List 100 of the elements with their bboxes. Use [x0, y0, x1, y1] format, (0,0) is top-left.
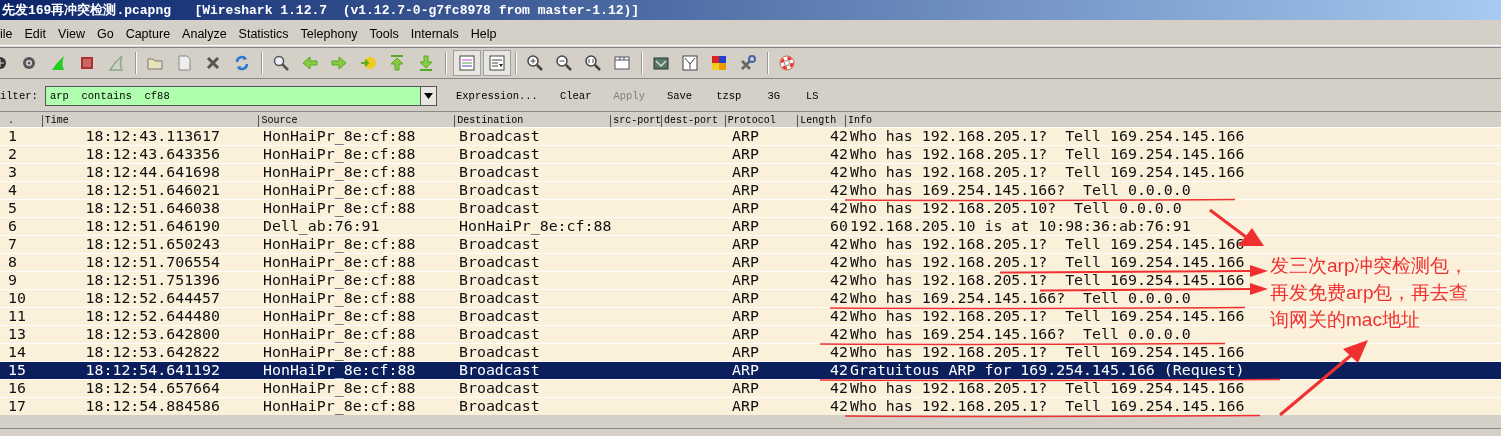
table-cell-text: 4: [7, 182, 18, 199]
toggle-button[interactable]: [453, 50, 481, 76]
close-icon[interactable]: [204, 54, 222, 72]
table-cell-text: HonHaiPr_8e:cf:88: [262, 200, 417, 217]
annotation-text: 发三次arp冲突检测包，: [1270, 254, 1469, 278]
table-cell-text: 18:12:43.643356: [84, 146, 221, 163]
table-cell-text: Broadcast: [458, 380, 541, 397]
menu-item[interactable]: View: [52, 27, 91, 41]
table-cell-text: HonHaiPr_8e:cf:88: [262, 272, 417, 289]
table-cell-text: ARP: [731, 236, 760, 253]
menu-item[interactable]: Go: [90, 27, 120, 41]
menu-item[interactable]: Edit: [18, 27, 53, 41]
table-cell: Who has 169.254.145.166? Tell 0.0.0.0: [850, 290, 1191, 307]
table-cell-text: ARP: [731, 272, 760, 289]
table-cell: Who has 192.168.205.1? Tell 169.254.145.166: [850, 308, 1245, 325]
packet-row[interactable]: 10 18:12:52.644457 HonHaiPr_8e:cf:88 Broadcast ARP 42 Who has 169.254.145.166? Tell 0.0.0.0: [0, 290, 1262, 307]
menu-item[interactable]: Help: [464, 27, 503, 41]
table-cell: Who has 192.168.205.10? Tell 0.0.0.0: [850, 200, 1182, 217]
table-cell-text: 18:12:52.644480: [84, 308, 221, 325]
display-filter-icon[interactable]: [681, 54, 699, 72]
table-cell-text: Broadcast: [458, 236, 541, 253]
table-cell-text: HonHaiPr_8e:cf:88: [262, 164, 417, 181]
filter-button[interactable]: Save: [655, 90, 704, 102]
table-cell-text: 42: [829, 236, 849, 253]
menu-item[interactable]: Capture: [119, 27, 177, 41]
capture-filter-icon[interactable]: [652, 54, 670, 72]
filter-button[interactable]: LS: [793, 90, 832, 102]
columns-icon[interactable]: [613, 54, 631, 72]
list-icon[interactable]: [488, 54, 506, 72]
menu-item[interactable]: Statistics: [232, 27, 295, 41]
table-cell-text: Broadcast: [458, 182, 541, 199]
tools-icon[interactable]: [739, 54, 757, 72]
table-cell-text: Broadcast: [458, 146, 541, 163]
zoom-in-icon[interactable]: [526, 54, 544, 72]
toggle-button[interactable]: [483, 50, 511, 76]
table-cell: 192.168.205.10 is at 10:98:36:ab:76:91: [850, 218, 1191, 235]
table-cell-text: ARP: [731, 398, 760, 415]
table-cell-text: Broadcast: [458, 128, 541, 145]
table-cell-text: 1: [7, 128, 18, 145]
table-cell-text: HonHaiPr_8e:cf:88: [262, 308, 417, 325]
filter-button[interactable]: 3G: [754, 90, 793, 102]
table-cell-text: Broadcast: [458, 344, 541, 361]
table-cell: Who has 169.254.145.166? Tell 0.0.0.0: [850, 326, 1191, 343]
table-cell: Who has 192.168.205.1? Tell 169.254.145.166: [850, 128, 1245, 145]
table-cell-text: ARP: [731, 164, 760, 181]
menu-item[interactable]: Analyze: [176, 27, 233, 41]
zoom-reset-icon[interactable]: [584, 54, 602, 72]
table-cell: Who has 192.168.205.1? Tell 169.254.145.166: [850, 344, 1245, 361]
stop-icon[interactable]: [78, 54, 96, 72]
dropdown-button[interactable]: [421, 86, 437, 106]
coloring-icon[interactable]: [710, 54, 728, 72]
table-cell-text: Broadcast: [458, 326, 541, 343]
list-icon[interactable]: [458, 54, 476, 72]
table-cell-text: HonHaiPr_8e:cf:88: [262, 344, 417, 361]
table-cell-text: 18:12:44.641698: [84, 164, 221, 181]
table-cell: Who has 192.168.205.1? Tell 169.254.145.166: [850, 272, 1245, 289]
menu-item[interactable]: ile: [0, 27, 19, 41]
table-cell-text: HonHaiPr_8e:cf:88: [262, 236, 417, 253]
table-cell-text: Broadcast: [458, 254, 541, 271]
table-cell-text: ARP: [731, 200, 760, 217]
filter-button[interactable]: Expression...: [445, 90, 549, 102]
table-cell-text: 8: [7, 254, 18, 271]
table-cell-text: HonHaiPr_8e:cf:88: [262, 182, 417, 199]
table-cell-text: 18:12:51.650243: [84, 236, 221, 253]
reload-icon[interactable]: [233, 54, 251, 72]
filter-button[interactable]: Clear: [548, 90, 603, 102]
menu-item[interactable]: Telephony: [294, 27, 364, 41]
table-cell-text: Broadcast: [458, 290, 541, 307]
table-cell-text: 42: [829, 380, 849, 397]
table-cell-text: Broadcast: [458, 398, 541, 415]
options-icon[interactable]: [20, 54, 38, 72]
table-cell-text: 18:12:43.113617: [84, 128, 221, 145]
table-cell-text: 42: [829, 254, 849, 271]
table-cell-text: 6: [7, 218, 18, 235]
column-header[interactable]: src-port: [610, 115, 662, 127]
table-cell-text: 42: [829, 164, 849, 181]
table-cell-text: 18:12:53.642822: [84, 344, 221, 361]
table-cell-text: 18:12:51.646190: [84, 218, 221, 235]
search-icon[interactable]: [272, 54, 290, 72]
table-cell-text: 18:12:54.884586: [84, 398, 221, 415]
menu-item[interactable]: Internals: [404, 27, 465, 41]
menu-item[interactable]: Tools: [363, 27, 405, 41]
table-cell-text: 18:12:51.646038: [84, 200, 221, 217]
zoom-out-icon[interactable]: [555, 54, 573, 72]
table-cell-text: ARP: [731, 290, 760, 307]
table-cell-text: HonHaiPr_8e:cf:88: [262, 290, 417, 307]
table-cell-text: 7: [7, 236, 18, 253]
table-cell-text: 16: [7, 380, 27, 397]
table-cell-text: 13: [7, 326, 27, 343]
filter-button[interactable]: tzsp: [703, 90, 755, 102]
table-cell-text: 18:12:51.706554: [84, 254, 221, 271]
table-cell-text: HonHaiPr_8e:cf:88: [262, 362, 417, 379]
table-cell-text: 9: [7, 272, 18, 289]
table-cell-text: Broadcast: [458, 272, 541, 289]
table-cell-text: 42: [829, 344, 849, 361]
table-cell-text: HonHaiPr_8e:cf:88: [262, 254, 417, 271]
filter-field[interactable]: arp contains cf88: [45, 86, 421, 106]
table-cell-text: ARP: [731, 218, 760, 235]
help-icon[interactable]: [778, 54, 796, 72]
table-cell-text: 18:12:52.644457: [84, 290, 221, 307]
